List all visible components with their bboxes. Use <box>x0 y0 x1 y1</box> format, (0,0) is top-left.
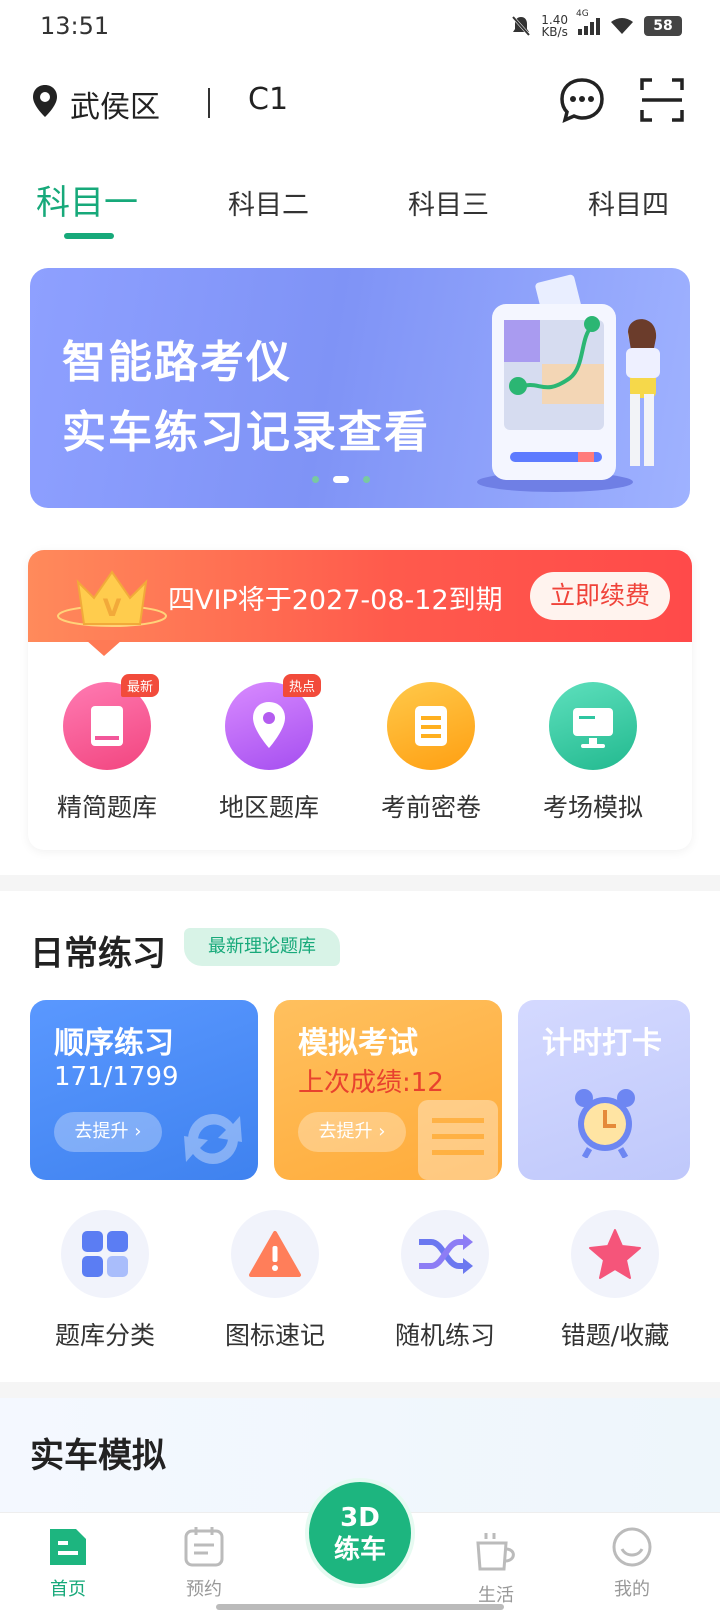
timed-checkin-card[interactable]: 计时打卡 <box>518 1000 690 1180</box>
last-score: 上次成绩:12 <box>298 1068 444 1098</box>
banner-subtitle: 实车练习记录查看 <box>62 407 430 458</box>
card-title: 顺序练习 <box>54 1026 174 1061</box>
star-icon <box>571 1210 659 1298</box>
feature-simplified-bank[interactable]: 最新 精简题库 <box>32 674 182 824</box>
improve-button[interactable]: 去提升 › <box>298 1112 406 1152</box>
renew-button[interactable]: 立即续费 <box>530 572 670 620</box>
sequential-practice-card[interactable]: 顺序练习 171/1799 去提升 › <box>30 1000 258 1180</box>
real-car-sim-title: 实车模拟 <box>30 1436 166 1476</box>
card-title: 计时打卡 <box>542 1026 662 1061</box>
badge-hot: 热点 <box>282 674 321 697</box>
tool-sign-memory[interactable]: 图标速记 <box>190 1210 360 1352</box>
daily-practice-title: 日常练习 <box>30 934 166 974</box>
message-icon[interactable] <box>558 76 606 124</box>
top-header: 武侯区 C1 <box>0 70 720 140</box>
map-pin-icon: 热点 <box>225 674 321 770</box>
calendar-icon <box>184 1527 224 1567</box>
active-tab-indicator <box>64 233 114 239</box>
status-bar: 13:51 1.40 KB/s 4G 58 <box>0 0 720 56</box>
shuffle-icon <box>401 1210 489 1298</box>
wifi-icon <box>611 18 633 34</box>
profile-face-icon <box>612 1527 652 1567</box>
tool-label: 随机练习 <box>394 1321 495 1350</box>
tab-subject-2[interactable]: 科目二 <box>228 183 309 222</box>
progress-count: 171/1799 <box>54 1062 179 1092</box>
nav-label: 我的 <box>614 1579 650 1600</box>
tool-label: 错题/收藏 <box>560 1321 670 1350</box>
location-selector[interactable]: 武侯区 <box>70 82 160 126</box>
feature-label: 考场模拟 <box>542 793 643 822</box>
nav-booking[interactable]: 预约 <box>154 1525 254 1601</box>
grid-icon <box>61 1210 149 1298</box>
tool-mistakes-favorites[interactable]: 错题/收藏 <box>530 1210 700 1352</box>
nav-label: 预约 <box>186 1579 222 1600</box>
nav-home[interactable]: 首页 <box>18 1525 118 1601</box>
nav-label: 首页 <box>50 1579 86 1600</box>
feature-label: 考前密卷 <box>380 793 481 822</box>
nav-3d-practice-button[interactable]: 3D 练车 <box>305 1478 415 1588</box>
page-dot-active <box>333 476 349 483</box>
page-dot <box>312 476 319 483</box>
header-divider <box>208 88 210 118</box>
nav-mine[interactable]: 我的 <box>582 1525 682 1601</box>
vip-crown-icon: V <box>57 570 167 627</box>
signal-icon: 4G <box>576 9 600 35</box>
mock-exam-card[interactable]: 模拟考试 上次成绩:12 去提升 › <box>274 1000 502 1180</box>
mute-icon <box>512 16 531 36</box>
status-time: 13:51 <box>40 12 110 40</box>
tool-label: 题库分类 <box>54 1321 155 1350</box>
tool-bank-category[interactable]: 题库分类 <box>20 1210 190 1352</box>
home-icon <box>50 1529 86 1565</box>
paper-icon <box>418 1100 498 1180</box>
license-type-selector[interactable]: C1 <box>248 82 288 117</box>
feature-label: 地区题库 <box>218 793 319 822</box>
tool-random-practice[interactable]: 随机练习 <box>360 1210 530 1352</box>
phone-map-illustration <box>477 274 660 492</box>
tool-label: 图标速记 <box>224 1321 325 1350</box>
vip-pointer <box>86 640 122 656</box>
monitor-icon <box>549 682 637 770</box>
scan-icon[interactable] <box>638 76 686 124</box>
latest-bank-tag: 最新理论题库 <box>184 928 340 966</box>
banner-title: 智能路考仪 <box>62 337 292 388</box>
badge-new: 最新 <box>120 674 159 697</box>
feature-exam-sim[interactable]: 考场模拟 <box>518 682 668 824</box>
card-title: 模拟考试 <box>298 1026 418 1061</box>
section-separator <box>0 1382 720 1398</box>
vip-expiry-notice: 四VIP将于2027-08-12到期 <box>168 585 503 616</box>
tab-subject-3[interactable]: 科目三 <box>408 183 489 222</box>
feature-label: 精简题库 <box>56 793 157 822</box>
network-speed: 1.40 KB/s <box>541 13 568 39</box>
tab-subject-1[interactable]: 科目一 <box>36 175 138 224</box>
section-separator <box>0 875 720 891</box>
battery-icon: 58 <box>644 16 682 36</box>
vip-card: 四VIP将于2027-08-12到期 立即续费 V 最新 精简题库 热点 地区题… <box>28 550 692 850</box>
nav-life[interactable]: 生活 <box>446 1531 546 1607</box>
tab-subject-4[interactable]: 科目四 <box>588 183 669 222</box>
banner-pagination <box>312 476 370 483</box>
feature-secret-paper[interactable]: 考前密卷 <box>356 682 506 824</box>
coffee-cup-icon <box>476 1533 515 1571</box>
improve-button[interactable]: 去提升 › <box>54 1112 162 1152</box>
alarm-clock-icon <box>575 1089 635 1158</box>
page-dot <box>363 476 370 483</box>
book-icon: 最新 <box>63 674 159 770</box>
location-pin-icon[interactable] <box>32 84 58 118</box>
refresh-icon <box>184 1114 242 1164</box>
subject-tabs: 科目一 科目二 科目三 科目四 <box>0 175 720 245</box>
promo-banner[interactable]: 智能路考仪 实车练习记录查看 <box>30 268 690 508</box>
status-icons: 1.40 KB/s 4G 58 <box>511 9 682 39</box>
home-indicator <box>216 1604 504 1610</box>
warning-icon <box>231 1210 319 1298</box>
feature-region-bank[interactable]: 热点 地区题库 <box>194 674 344 824</box>
svg-text:V: V <box>103 594 122 622</box>
document-icon <box>387 682 475 770</box>
